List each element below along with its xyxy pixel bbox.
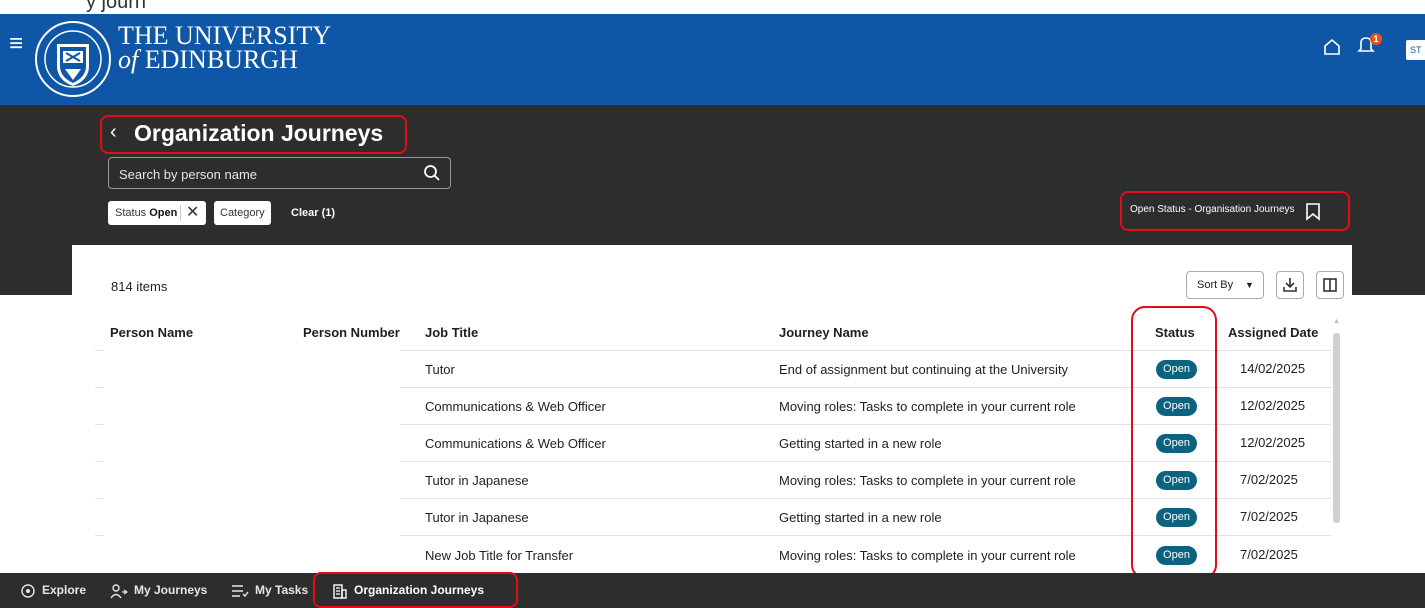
person-route-icon bbox=[110, 584, 129, 599]
annotation-org-journeys-nav-highlight bbox=[313, 572, 518, 608]
cell-job-title: Tutor in Japanese bbox=[425, 473, 529, 488]
hamburger-menu-icon[interactable]: ≡ bbox=[9, 32, 23, 56]
cell-assigned-date: 12/02/2025 bbox=[1240, 435, 1306, 450]
cell-assigned-date: 14/02/2025 bbox=[1240, 361, 1306, 376]
university-name: THE UNIVERSITY of EDINBURGH bbox=[118, 23, 331, 74]
cell-journey-name: Moving roles: Tasks to complete in your … bbox=[779, 473, 1076, 488]
search-icon[interactable] bbox=[423, 164, 441, 182]
status-filter-value: Open bbox=[149, 207, 178, 219]
cell-job-title: Tutor in Japanese bbox=[425, 510, 529, 525]
annotation-title-highlight bbox=[100, 115, 407, 154]
nav-item-label: My Journeys bbox=[134, 583, 208, 597]
column-header-person-name[interactable]: Person Name bbox=[110, 325, 193, 340]
home-icon[interactable] bbox=[1323, 38, 1341, 56]
university-crest-logo bbox=[35, 21, 111, 97]
cropped-text: y journ bbox=[86, 0, 147, 13]
download-button[interactable] bbox=[1276, 271, 1304, 299]
cell-assigned-date: 12/02/2025 bbox=[1240, 398, 1306, 413]
sort-by-label: Sort By bbox=[1197, 279, 1234, 291]
chip-divider bbox=[180, 205, 181, 221]
column-header-job-title[interactable]: Job Title bbox=[425, 325, 478, 340]
search-box bbox=[108, 157, 451, 189]
cell-assigned-date: 7/02/2025 bbox=[1240, 472, 1298, 487]
annotation-status-column-highlight bbox=[1131, 306, 1217, 579]
search-input[interactable] bbox=[117, 164, 411, 184]
clear-filters-link[interactable]: Clear (1) bbox=[291, 201, 335, 225]
sort-by-dropdown[interactable]: Sort By ▼ bbox=[1186, 271, 1264, 299]
column-header-person-number[interactable]: Person Number bbox=[303, 325, 400, 340]
cell-journey-name: End of assignment but continuing at the … bbox=[779, 362, 1069, 377]
nav-item-label: My Tasks bbox=[255, 583, 309, 597]
columns-icon bbox=[1323, 278, 1337, 292]
status-filter-chip[interactable]: Status Open ✕ bbox=[108, 201, 206, 225]
status-filter-label: Status bbox=[115, 207, 147, 219]
table-scrollbar-thumb[interactable] bbox=[1333, 333, 1340, 523]
items-count: 814 items bbox=[111, 279, 168, 294]
cell-journey-name: Getting started in a new role bbox=[779, 436, 942, 451]
column-header-assigned-date[interactable]: Assigned Date bbox=[1228, 325, 1318, 340]
column-header-journey-name[interactable]: Journey Name bbox=[779, 325, 869, 340]
nav-item-my-tasks[interactable]: My Tasks bbox=[231, 573, 308, 608]
cell-journey-name: Moving roles: Tasks to complete in your … bbox=[779, 548, 1076, 563]
nav-item-my-journeys[interactable]: My Journeys bbox=[110, 573, 207, 608]
task-list-icon bbox=[232, 585, 249, 597]
cell-job-title: New Job Title for Transfer bbox=[425, 548, 574, 563]
cell-job-title: Communications & Web Officer bbox=[425, 399, 606, 414]
category-filter-chip[interactable]: Category bbox=[214, 201, 271, 225]
annotation-saved-search-highlight bbox=[1120, 191, 1350, 231]
nav-item-explore[interactable]: Explore bbox=[20, 573, 86, 608]
close-icon[interactable]: ✕ bbox=[186, 201, 199, 224]
cell-assigned-date: 7/02/2025 bbox=[1240, 547, 1298, 562]
cell-job-title: Communications & Web Officer bbox=[425, 436, 606, 451]
columns-button[interactable] bbox=[1316, 271, 1344, 299]
cell-journey-name: Getting started in a new role bbox=[779, 510, 942, 525]
university-name-of: of bbox=[118, 45, 139, 74]
notification-count-badge: 1 bbox=[1370, 33, 1382, 45]
bottom-navigation-bar: Explore My Journeys My Tasks Organizatio… bbox=[0, 573, 1425, 608]
cell-journey-name: Moving roles: Tasks to complete in your … bbox=[779, 399, 1076, 414]
user-avatar[interactable]: ST bbox=[1406, 40, 1425, 60]
cell-job-title: Tutor bbox=[425, 362, 455, 377]
download-icon bbox=[1283, 278, 1297, 292]
redacted-person-info bbox=[104, 350, 400, 572]
nav-item-label: Explore bbox=[42, 583, 87, 597]
cropped-top-strip: y journ bbox=[0, 0, 1425, 14]
caret-down-icon: ▼ bbox=[1245, 280, 1254, 290]
university-name-line2: EDINBURGH bbox=[144, 45, 298, 74]
cell-assigned-date: 7/02/2025 bbox=[1240, 509, 1298, 524]
scroll-up-arrow-icon[interactable]: ▲ bbox=[1333, 318, 1340, 325]
eye-icon bbox=[21, 584, 35, 598]
